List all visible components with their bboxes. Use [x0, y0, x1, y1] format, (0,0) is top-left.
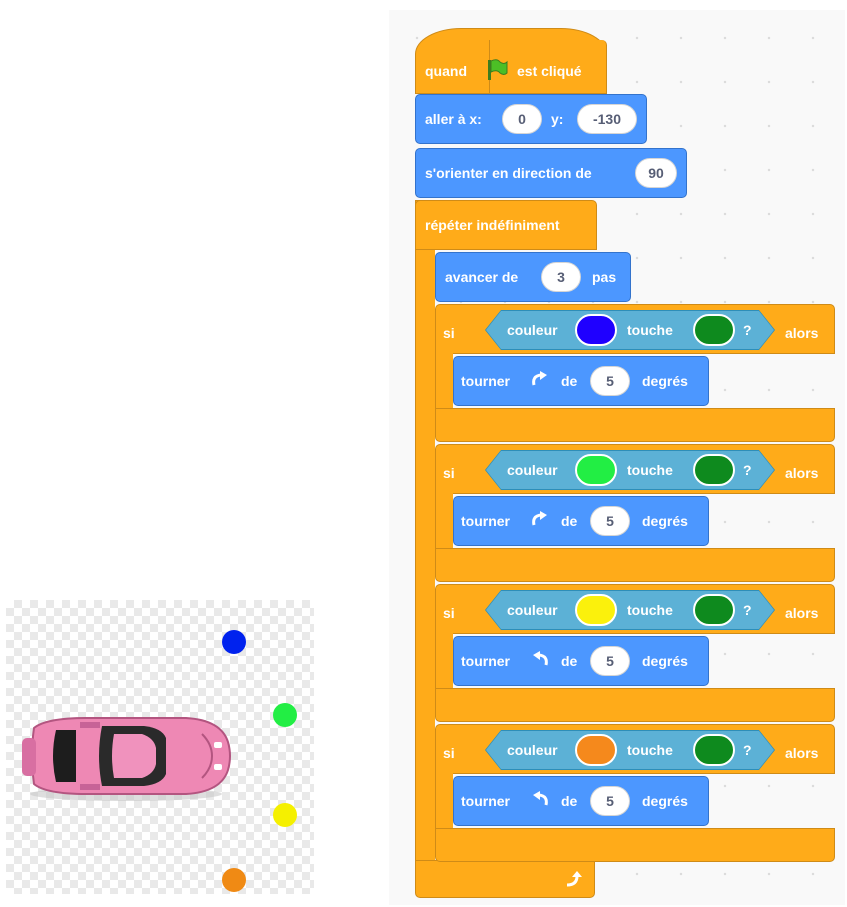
- alors-label: alors: [785, 325, 819, 341]
- question-mark: ?: [743, 322, 752, 338]
- direction-input[interactable]: 90: [635, 158, 677, 188]
- rotate-counterclockwise-icon: [533, 651, 548, 666]
- move-unit: pas: [592, 269, 617, 285]
- turn-label: tourner: [461, 653, 510, 669]
- color-swatch-green[interactable]: [575, 454, 617, 486]
- hat-label-quand: quand: [425, 63, 467, 79]
- turn-unit-label: degrés: [642, 653, 688, 669]
- goto-y-input[interactable]: -130: [577, 104, 637, 134]
- turn-unit-label: degrés: [642, 513, 688, 529]
- if-label: si: [443, 325, 455, 341]
- turn-degrees-input[interactable]: 5: [590, 786, 630, 816]
- turn-de-label: de: [561, 793, 578, 809]
- hat-label-est-clique: est cliqué: [517, 63, 582, 79]
- rotate-clockwise-icon: [532, 371, 547, 386]
- alors-label: alors: [785, 745, 819, 761]
- turn-degrees-input[interactable]: 5: [590, 646, 630, 676]
- color-swatch-blue[interactable]: [575, 314, 617, 346]
- turn-degrees-input[interactable]: 5: [590, 506, 630, 536]
- orange-dot: [222, 868, 246, 892]
- goto-y-label: y:: [551, 111, 564, 127]
- if-label: si: [443, 605, 455, 621]
- color-swatch-target[interactable]: [693, 314, 735, 346]
- forever-label: répéter indéfiniment: [425, 217, 560, 233]
- rotate-clockwise-icon: [532, 511, 547, 526]
- turn-de-label: de: [561, 653, 578, 669]
- loop-arrow-icon: [566, 871, 582, 887]
- forever-block-arm[interactable]: [415, 200, 435, 890]
- touche-label: touche: [627, 742, 673, 758]
- rotate-counterclockwise-icon: [533, 791, 548, 806]
- if-label: si: [443, 745, 455, 761]
- question-mark: ?: [743, 462, 752, 478]
- question-mark: ?: [743, 742, 752, 758]
- sprite-preview-panel: [6, 600, 314, 894]
- move-label: avancer de: [445, 269, 519, 285]
- goto-x-input[interactable]: 0: [502, 104, 542, 134]
- turn-unit-label: degrés: [642, 793, 688, 809]
- color-swatch-target[interactable]: [693, 454, 735, 486]
- green-dot: [273, 703, 297, 727]
- touche-label: touche: [627, 602, 673, 618]
- turn-unit-label: degrés: [642, 373, 688, 389]
- turn-de-label: de: [561, 373, 578, 389]
- question-mark: ?: [743, 602, 752, 618]
- green-flag-icon: [488, 59, 508, 80]
- blue-dot: [222, 630, 246, 654]
- code-workspace[interactable]: quand est cliqué aller à x: 0 y: -130 s'…: [389, 10, 845, 905]
- color-swatch-yellow[interactable]: [575, 594, 617, 626]
- turn-label: tourner: [461, 373, 510, 389]
- if-label: si: [443, 465, 455, 481]
- couleur-label: couleur: [507, 462, 558, 478]
- turn-label: tourner: [461, 513, 510, 529]
- alors-label: alors: [785, 465, 819, 481]
- color-swatch-target[interactable]: [693, 734, 735, 766]
- turn-degrees-input[interactable]: 5: [590, 366, 630, 396]
- pink-car-sprite[interactable]: [16, 708, 232, 804]
- point-label: s'orienter en direction de: [425, 165, 592, 181]
- couleur-label: couleur: [507, 602, 558, 618]
- turn-label: tourner: [461, 793, 510, 809]
- couleur-label: couleur: [507, 742, 558, 758]
- color-swatch-orange[interactable]: [575, 734, 617, 766]
- alors-label: alors: [785, 605, 819, 621]
- color-swatch-target[interactable]: [693, 594, 735, 626]
- couleur-label: couleur: [507, 322, 558, 338]
- yellow-dot: [273, 803, 297, 827]
- touche-label: touche: [627, 322, 673, 338]
- move-steps-input[interactable]: 3: [541, 262, 581, 292]
- goto-label: aller à x:: [425, 111, 482, 127]
- touche-label: touche: [627, 462, 673, 478]
- turn-de-label: de: [561, 513, 578, 529]
